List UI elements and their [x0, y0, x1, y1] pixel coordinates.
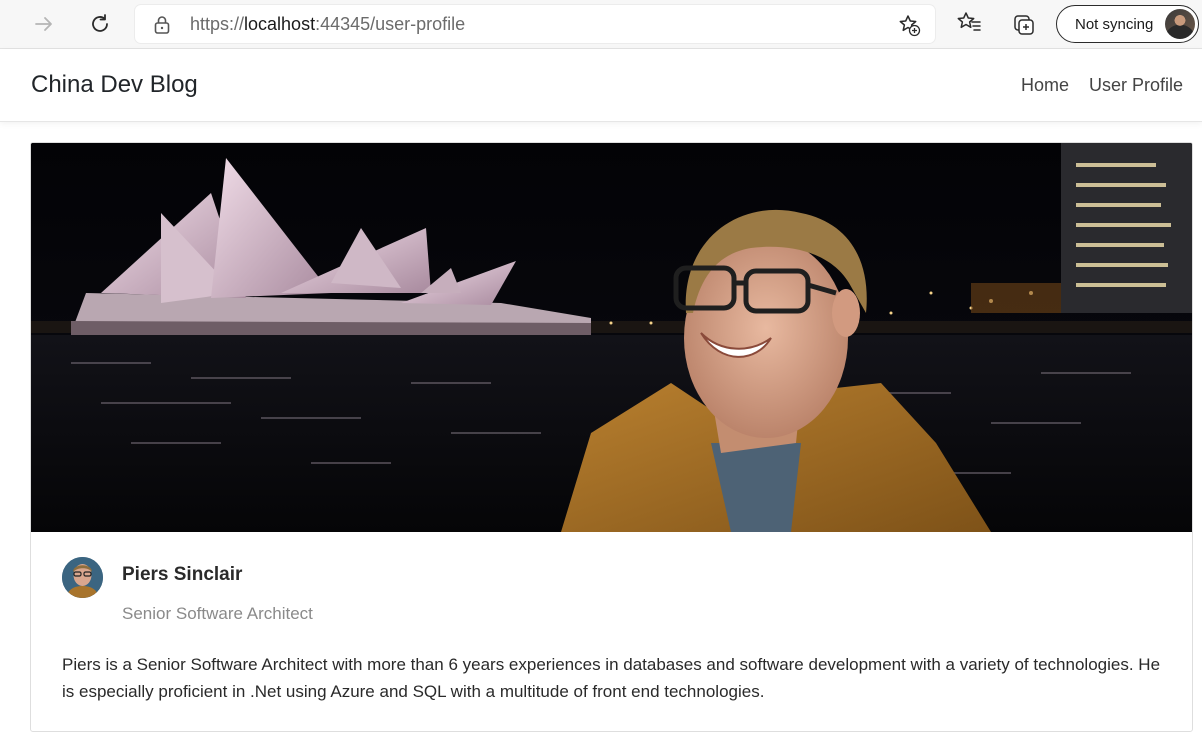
user-avatar-photo	[62, 557, 103, 598]
sync-status-label: Not syncing	[1075, 16, 1154, 33]
nav-home-link[interactable]: Home	[1021, 75, 1069, 96]
refresh-button[interactable]	[84, 8, 116, 40]
profile-banner-image	[31, 143, 1192, 532]
url-text[interactable]: https://localhost:44345/user-profile	[190, 14, 465, 35]
url-host: localhost	[244, 14, 316, 34]
refresh-icon	[92, 14, 108, 32]
nav-user-profile-link[interactable]: User Profile	[1089, 75, 1183, 96]
site-navbar: China Dev Blog Home User Profile	[0, 49, 1202, 122]
user-avatar	[62, 557, 103, 598]
url-scheme: https://	[190, 14, 245, 34]
profile-card: Piers Sinclair Senior Software Architect…	[30, 142, 1193, 732]
forward-button[interactable]	[28, 8, 60, 40]
url-path: :44345/user-profile	[315, 14, 466, 34]
browser-profile-avatar	[1165, 9, 1195, 39]
favorites-icon[interactable]	[956, 10, 982, 36]
forward-icon	[35, 17, 52, 31]
add-favorite-icon[interactable]	[897, 13, 921, 37]
user-name: Piers Sinclair	[122, 564, 243, 585]
nav-links: Home User Profile	[1021, 75, 1183, 96]
profile-sync-button[interactable]: Not syncing	[1056, 5, 1199, 43]
user-job-title: Senior Software Architect	[122, 604, 313, 623]
browser-toolbar: https://localhost:44345/user-profile Not…	[0, 0, 1202, 49]
collections-icon[interactable]	[1011, 10, 1037, 36]
site-brand-link[interactable]: China Dev Blog	[31, 71, 198, 99]
user-bio: Piers is a Senior Software Architect wit…	[62, 655, 1161, 701]
lock-icon[interactable]	[153, 15, 171, 35]
address-bar[interactable]: https://localhost:44345/user-profile	[135, 5, 935, 43]
banner-photo	[31, 143, 1192, 532]
